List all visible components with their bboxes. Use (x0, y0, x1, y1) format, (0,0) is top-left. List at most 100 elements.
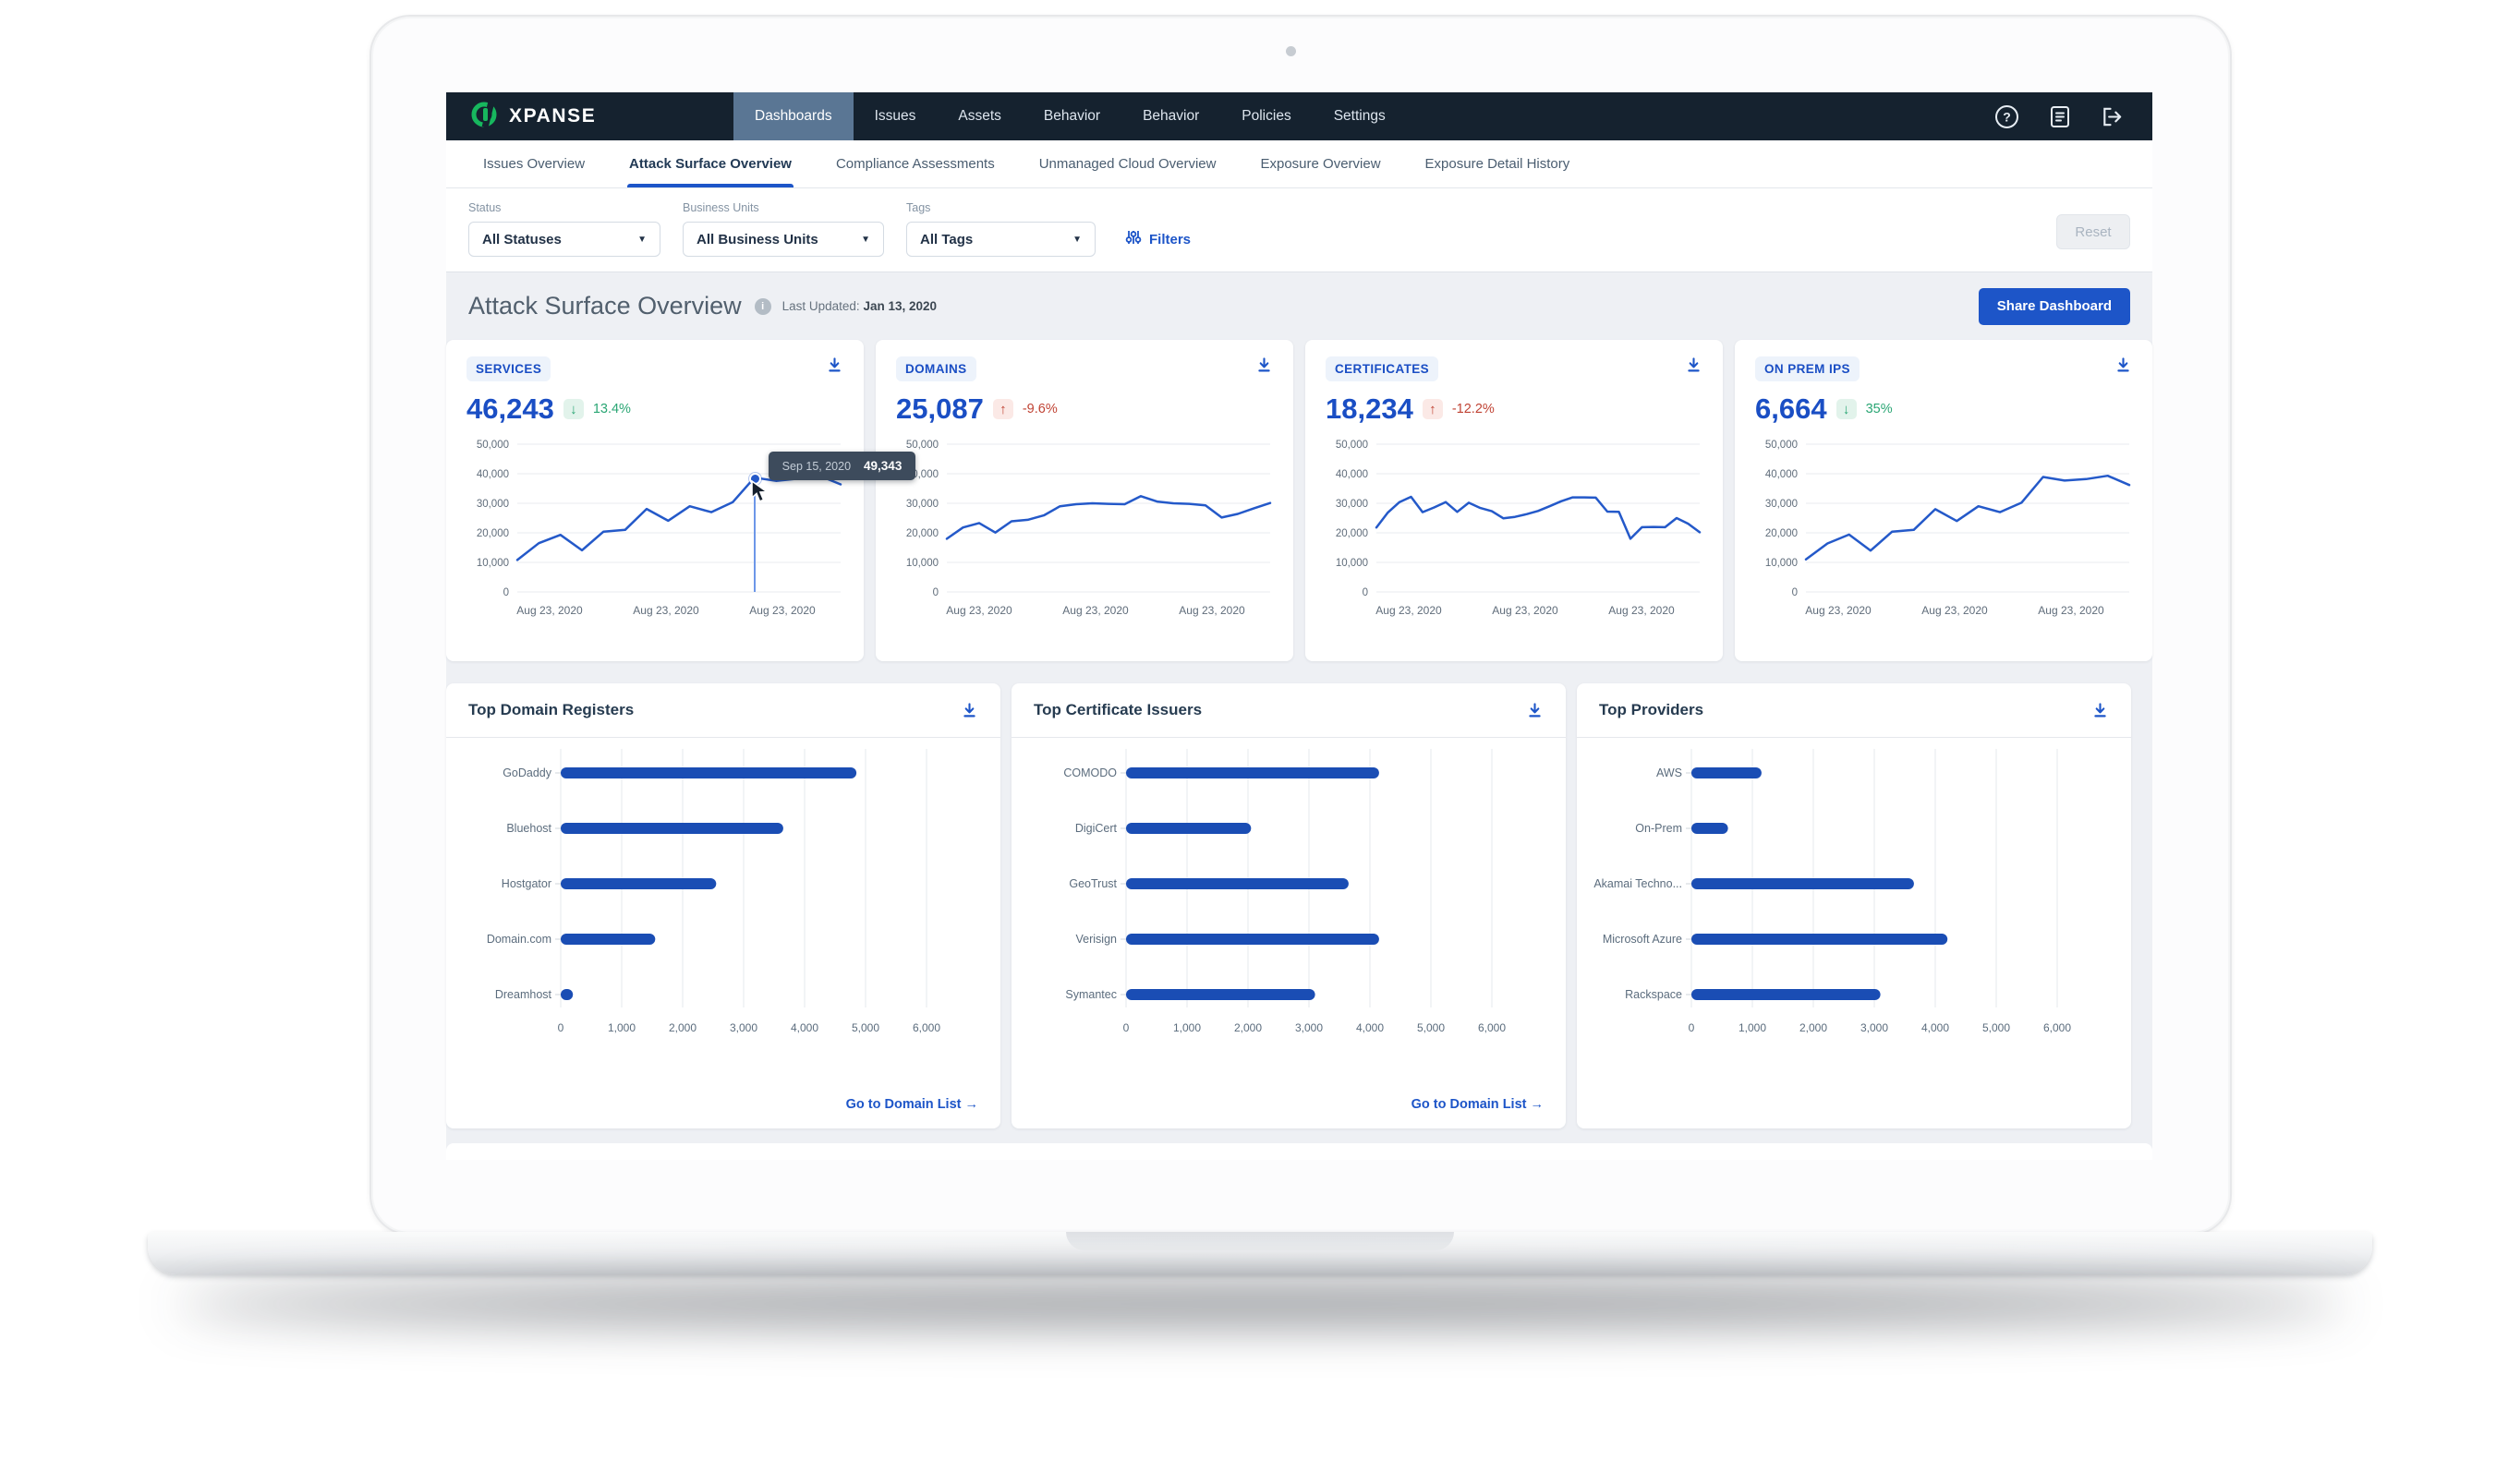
trend-line-chart[interactable]: 010,00020,00030,00040,00050,000Aug 23, 2… (1735, 433, 2152, 622)
xpanse-logo-icon (470, 101, 498, 133)
svg-text:Rackspace: Rackspace (1625, 988, 1682, 1001)
svg-text:Aug 23, 2020: Aug 23, 2020 (1492, 604, 1558, 617)
svg-text:Aug 23, 2020: Aug 23, 2020 (749, 604, 816, 617)
svg-text:2,000: 2,000 (1234, 1021, 1262, 1034)
share-dashboard-button[interactable]: Share Dashboard (1979, 288, 2130, 325)
trend-line-chart[interactable]: 010,00020,00030,00040,00050,000Aug 23, 2… (1305, 433, 1723, 622)
svg-text:5,000: 5,000 (1417, 1021, 1445, 1034)
filter-value-tags: All Tags (920, 232, 973, 247)
svg-text:50,000: 50,000 (477, 440, 509, 451)
stat-cards-row: SERVICES46,243↓13.4%010,00020,00030,0004… (446, 340, 2152, 661)
stat-card-header: DOMAINS (876, 340, 1293, 381)
nav-item-dashboards[interactable]: Dashboards (733, 92, 854, 140)
filters-button[interactable]: Filters (1120, 222, 1196, 257)
stat-card-header: ON PREM IPS (1735, 340, 2152, 381)
line-chart-svg: 010,00020,00030,00040,00050,000Aug 23, 2… (876, 433, 1293, 622)
stat-card-on-prem-ips: ON PREM IPS6,664↓35%010,00020,00030,0004… (1735, 340, 2152, 661)
filter-select-business-units[interactable]: All Business Units ▼ (683, 222, 884, 257)
bar-card-top-certificate-issuers: Top Certificate Issuers 01,0002,0003,0004… (1012, 683, 1566, 1128)
trend-line-chart[interactable]: 010,00020,00030,00040,00050,000Aug 23, 2… (446, 433, 864, 622)
svg-text:DigiCert: DigiCert (1075, 822, 1118, 835)
bar-card-header: Top Domain Registers (446, 683, 1000, 738)
sliders-icon (1125, 229, 1142, 249)
go-to-domain-list-link[interactable]: Go to Domain List → (1411, 1097, 1544, 1112)
nav-item-issues[interactable]: Issues (854, 92, 938, 140)
filter-select-tags[interactable]: All Tags ▼ (906, 222, 1096, 257)
nav-icons: ? (1994, 92, 2152, 140)
stat-card-domains: DOMAINS25,087↑-9.6%010,00020,00030,00040… (876, 340, 1293, 661)
svg-text:1,000: 1,000 (1739, 1021, 1766, 1034)
svg-text:30,000: 30,000 (906, 499, 939, 510)
svg-text:Aug 23, 2020: Aug 23, 2020 (1805, 604, 1872, 617)
svg-text:50,000: 50,000 (1765, 440, 1798, 451)
nav-item-settings[interactable]: Settings (1313, 92, 1407, 140)
svg-text:Aug 23, 2020: Aug 23, 2020 (1608, 604, 1675, 617)
filter-fields: Status All Statuses▼ Business Units All Bus… (468, 201, 2152, 257)
svg-text:Microsoft Azure: Microsoft Azure (1603, 933, 1682, 946)
bar-card-title: Top Certificate Issuers (1034, 701, 1202, 719)
stat-card-header: CERTIFICATES (1305, 340, 1723, 381)
tab-unmanaged-cloud-overview[interactable]: Unmanaged Cloud Overview (1039, 140, 1217, 187)
stat-value-row: 18,234 ↑ -12.2% (1305, 392, 1723, 426)
laptop-base-notch (1066, 1232, 1454, 1250)
filter-bar: Status All Statuses▼ Business Units All Bus… (446, 188, 2152, 272)
svg-text:0: 0 (1689, 1021, 1695, 1034)
logout-icon[interactable] (2100, 104, 2125, 129)
go-to-domain-list-link[interactable]: Go to Domain List → (846, 1097, 978, 1112)
download-icon[interactable] (961, 702, 978, 719)
bar-card-header: Top Certificate Issuers (1012, 683, 1566, 738)
bar-chart-svg: 01,0002,0003,0004,0005,0006,000AWSOn-Pre… (1577, 738, 2131, 1081)
filter-label-status: Status (468, 201, 660, 214)
reset-button[interactable]: Reset (2056, 214, 2130, 249)
svg-text:3,000: 3,000 (1860, 1021, 1888, 1034)
stat-card-header: SERVICES (446, 340, 864, 381)
filter-select-status[interactable]: All Statuses▼ (468, 222, 660, 257)
svg-text:Aug 23, 2020: Aug 23, 2020 (633, 604, 699, 617)
download-icon[interactable] (2114, 356, 2132, 374)
chevron-down-icon: ▼ (1072, 235, 1082, 245)
download-icon[interactable] (826, 356, 843, 374)
download-icon[interactable] (1685, 356, 1702, 374)
stat-card-services: SERVICES46,243↓13.4%010,00020,00030,0004… (446, 340, 864, 661)
download-icon[interactable] (2091, 702, 2109, 719)
tab-compliance-assessments[interactable]: Compliance Assessments (836, 140, 995, 187)
bar-chart-svg: 01,0002,0003,0004,0005,0006,000COMODODig… (1012, 738, 1566, 1081)
nav-item-behavior-4[interactable]: Behavior (1121, 92, 1220, 140)
nav-item-policies[interactable]: Policies (1220, 92, 1312, 140)
nav-item-assets[interactable]: Assets (937, 92, 1023, 140)
arrow-up-icon: ↑ (1423, 399, 1443, 419)
chevron-down-icon: ▼ (861, 235, 870, 245)
svg-text:0: 0 (1363, 587, 1368, 598)
arrow-up-icon: ↑ (993, 399, 1013, 419)
trend-line-chart[interactable]: 010,00020,00030,00040,00050,000Aug 23, 2… (876, 433, 1293, 622)
help-icon[interactable]: ? (1994, 104, 2019, 129)
svg-text:4,000: 4,000 (791, 1021, 818, 1034)
stat-value: 25,087 (896, 392, 984, 426)
brand[interactable]: XPANSE (446, 92, 701, 140)
release-notes-icon[interactable] (2047, 104, 2072, 129)
tab-attack-surface-overview[interactable]: Attack Surface Overview (629, 140, 792, 187)
svg-text:Aug 23, 2020: Aug 23, 2020 (1921, 604, 1988, 617)
cursor-icon (749, 480, 769, 504)
download-icon[interactable] (1255, 356, 1273, 374)
stat-label-badge: SERVICES (466, 356, 551, 381)
tab-issues-overview[interactable]: Issues Overview (483, 140, 585, 187)
svg-text:Verisign: Verisign (1076, 933, 1118, 946)
tab-exposure-detail-history[interactable]: Exposure Detail History (1425, 140, 1570, 187)
stat-card-certificates: CERTIFICATES18,234↑-12.2%010,00020,00030… (1305, 340, 1723, 661)
stat-delta-percent: -12.2% (1452, 402, 1495, 416)
tooltip-date: Sep 15, 2020 (782, 460, 851, 473)
download-icon[interactable] (1526, 702, 1544, 719)
info-icon[interactable]: i (755, 298, 771, 315)
filter-value-business-units: All Business Units (697, 232, 818, 247)
filter-label-business-units: Business Units (683, 201, 884, 214)
svg-text:10,000: 10,000 (1336, 558, 1368, 569)
bar-chart-svg: 01,0002,0003,0004,0005,0006,000GoDaddyBl… (446, 738, 1000, 1081)
tab-exposure-overview[interactable]: Exposure Overview (1260, 140, 1380, 187)
stat-value: 18,234 (1326, 392, 1413, 426)
partial-next-card (446, 1143, 2152, 1160)
svg-text:10,000: 10,000 (1765, 558, 1798, 569)
svg-text:GeoTrust: GeoTrust (1069, 877, 1117, 890)
filters-button-label: Filters (1149, 232, 1191, 247)
nav-item-behavior-3[interactable]: Behavior (1023, 92, 1121, 140)
